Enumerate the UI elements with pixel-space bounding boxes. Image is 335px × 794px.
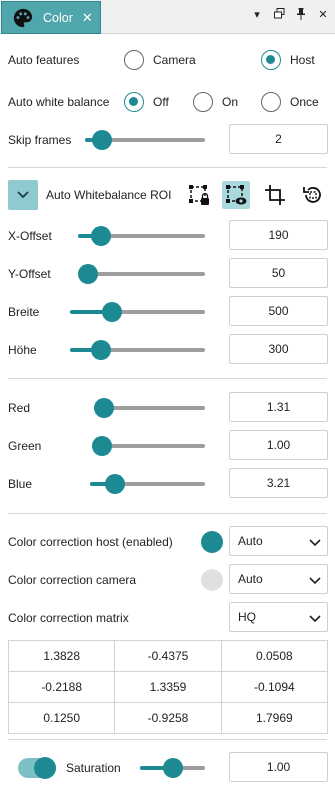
auto-white-balance-label: Auto white balance [8, 95, 110, 109]
slider-handle[interactable] [90, 340, 111, 360]
tab-color[interactable]: Color ✕ [1, 1, 101, 34]
divider [8, 378, 327, 379]
cc-camera-select-value: Auto [238, 572, 263, 586]
palette-icon [13, 8, 33, 27]
cc-camera-label: Color correction camera [8, 573, 137, 587]
menu-dropdown-icon[interactable]: ▾ [249, 8, 265, 23]
slider-handle[interactable] [78, 264, 98, 284]
cc-host-select-value: Auto [238, 534, 263, 548]
slider-handle[interactable] [90, 226, 111, 246]
radio-camera-label: Camera [153, 53, 196, 67]
green-value[interactable]: 1.00 [229, 430, 328, 460]
radio-awb-off[interactable] [124, 92, 144, 112]
matrix-cell[interactable]: -0.1094 [220, 671, 329, 703]
matrix-cell[interactable]: 1.7969 [220, 702, 329, 734]
cc-matrix-label: Color correction matrix [8, 611, 129, 625]
pin-icon[interactable] [293, 8, 309, 23]
radio-awb-once-label: Once [290, 95, 319, 109]
roi-visible-icon[interactable] [222, 181, 250, 209]
panel-titlebar: Color ✕ ▾ ✕ [0, 0, 335, 34]
matrix-cell[interactable]: -0.2188 [7, 671, 116, 703]
hoehe-value[interactable]: 300 [229, 334, 328, 364]
cc-host-label: Color correction host (enabled) [8, 535, 173, 549]
roi-expand-button[interactable] [8, 180, 38, 210]
float-window-icon[interactable] [271, 8, 287, 23]
y-offset-value[interactable]: 50 [229, 258, 328, 288]
green-slider[interactable] [92, 436, 205, 456]
y-offset-label: Y-Offset [8, 267, 51, 281]
blue-label: Blue [8, 477, 33, 491]
table-row: -0.2188 1.3359 -0.1094 [7, 671, 329, 703]
blue-slider[interactable] [90, 474, 205, 494]
skip-frames-value[interactable]: 2 [229, 124, 328, 154]
hoehe-label: Höhe [8, 343, 37, 357]
crop-icon[interactable] [262, 182, 288, 208]
slider-handle[interactable] [94, 398, 114, 418]
slider-handle[interactable] [92, 130, 112, 150]
skip-frames-slider[interactable] [85, 130, 205, 150]
toggle-knob [34, 757, 56, 779]
blue-value[interactable]: 3.21 [229, 468, 328, 498]
red-slider[interactable] [94, 398, 205, 418]
tab-close-icon[interactable]: ✕ [82, 10, 93, 26]
radio-awb-on-label: On [222, 95, 239, 109]
chevron-down-icon [17, 191, 29, 199]
cc-matrix-select[interactable]: HQ [229, 602, 328, 632]
auto-features-label: Auto features [8, 53, 80, 67]
saturation-label: Saturation [66, 761, 121, 775]
cc-camera-status-dot [201, 569, 223, 591]
reset-rotate-icon[interactable] [300, 182, 326, 208]
slider-handle[interactable] [105, 474, 126, 494]
breite-value[interactable]: 500 [229, 296, 328, 326]
chevron-down-icon [309, 577, 321, 585]
roi-label: Auto Whitebalance ROI [46, 188, 172, 202]
matrix-cell[interactable]: 0.1250 [7, 702, 116, 734]
slider-handle[interactable] [102, 302, 123, 322]
slider-handle[interactable] [92, 436, 112, 456]
x-offset-value[interactable]: 190 [229, 220, 328, 250]
chevron-down-icon [309, 615, 321, 623]
table-row: 1.3828 -0.4375 0.0508 [7, 640, 329, 672]
x-offset-label: X-Offset [8, 229, 52, 243]
breite-label: Breite [8, 305, 40, 319]
radio-camera[interactable] [124, 50, 144, 70]
breite-slider[interactable] [70, 302, 205, 322]
y-offset-slider[interactable] [78, 264, 205, 284]
matrix-cell[interactable]: 0.0508 [220, 640, 329, 672]
close-window-icon[interactable]: ✕ [315, 8, 331, 23]
saturation-slider[interactable] [140, 758, 205, 778]
saturation-value[interactable]: 1.00 [229, 752, 328, 782]
hoehe-slider[interactable] [70, 340, 205, 360]
matrix-cell[interactable]: 1.3359 [114, 671, 222, 703]
radio-awb-off-label: Off [153, 95, 169, 109]
cc-host-select[interactable]: Auto [229, 526, 328, 556]
cc-camera-select[interactable]: Auto [229, 564, 328, 594]
divider [8, 739, 327, 740]
divider [8, 513, 327, 514]
table-row: 0.1250 -0.9258 1.7969 [7, 702, 329, 734]
radio-awb-once[interactable] [261, 92, 281, 112]
x-offset-slider[interactable] [78, 226, 205, 246]
cc-matrix-select-value: HQ [238, 610, 256, 624]
matrix-cell[interactable]: -0.9258 [114, 702, 222, 734]
cc-matrix-table: 1.3828 -0.4375 0.0508 -0.2188 1.3359 -0.… [7, 640, 329, 734]
tab-label: Color [43, 10, 73, 25]
cc-host-status-dot [201, 531, 223, 553]
matrix-cell[interactable]: -0.4375 [114, 640, 222, 672]
red-label: Red [8, 401, 31, 415]
roi-lock-icon[interactable] [186, 182, 212, 208]
radio-awb-on[interactable] [193, 92, 213, 112]
green-label: Green [8, 439, 42, 453]
skip-frames-label: Skip frames [8, 133, 72, 147]
radio-host[interactable] [261, 50, 281, 70]
slider-handle[interactable] [162, 758, 183, 778]
saturation-toggle[interactable] [18, 757, 56, 779]
divider [8, 167, 327, 168]
chevron-down-icon [309, 539, 321, 547]
red-value[interactable]: 1.31 [229, 392, 328, 422]
matrix-cell[interactable]: 1.3828 [7, 640, 116, 672]
radio-host-label: Host [290, 53, 315, 67]
